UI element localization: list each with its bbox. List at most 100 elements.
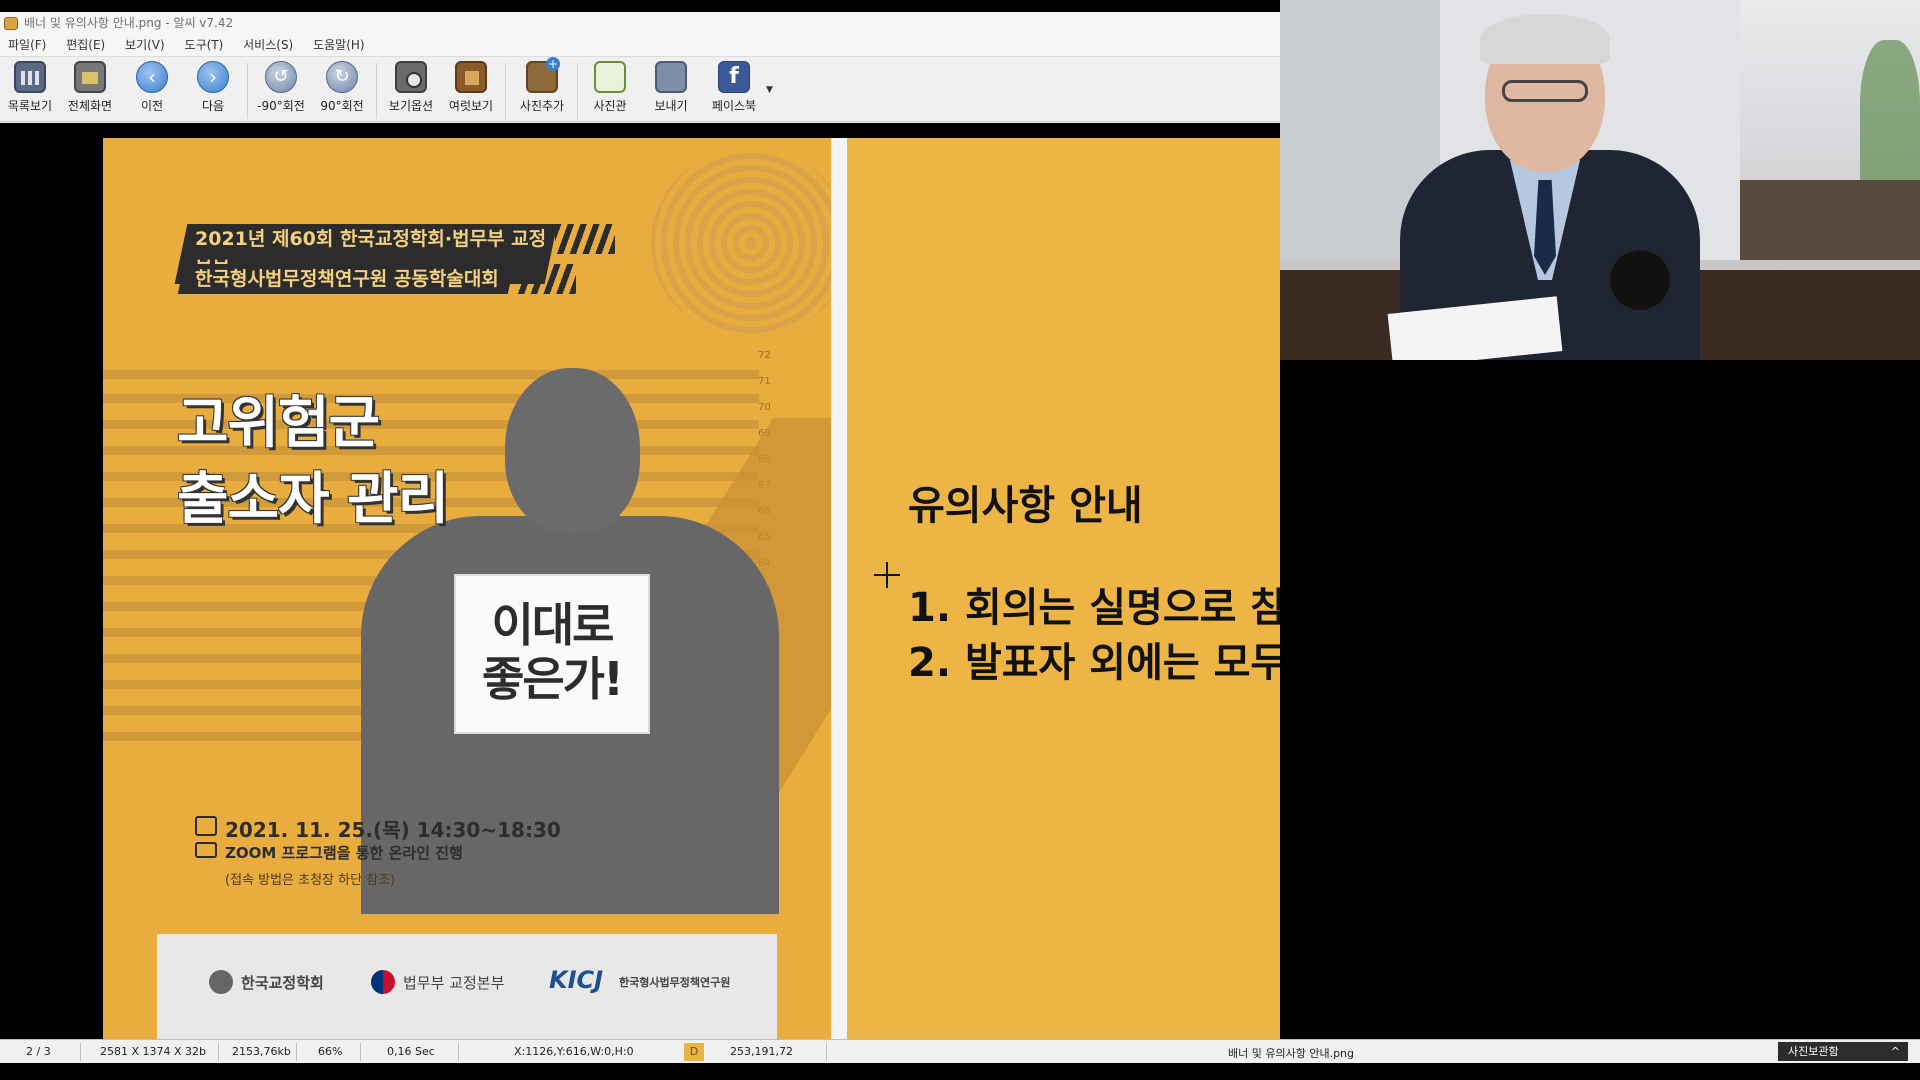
send-button[interactable]: 보내기 xyxy=(641,61,701,119)
grid-view-icon xyxy=(14,61,46,93)
kicj-logo: KICJ xyxy=(549,966,604,994)
multi-view-label: 여럿보기 xyxy=(448,99,494,113)
rotate-right-label: 90°회전 xyxy=(320,99,364,113)
conference-poster: 2021년 제60회 한국교정학회·법무부 교정본부· 한국형사법무정책연구원 … xyxy=(103,138,831,1050)
organizer-2: 법무부 교정본부 xyxy=(403,974,505,992)
rotate-left-label: -90°회전 xyxy=(257,99,305,113)
status-rgb: 253,191,72 xyxy=(730,1045,793,1058)
fullscreen-icon xyxy=(74,61,106,93)
korean-correction-society-logo xyxy=(209,970,233,994)
menu-service[interactable]: 서비스(S) xyxy=(235,35,301,56)
chevron-down-icon[interactable]: ▼ xyxy=(766,85,773,95)
menu-help[interactable]: 도움말(H) xyxy=(305,35,373,56)
status-separator xyxy=(296,1043,297,1061)
menu-bar: 파일(F) 편집(E) 보기(V) 도구(T) 서비스(S) 도움말(H) xyxy=(0,35,1280,56)
next-button[interactable]: › 다음 xyxy=(183,61,243,119)
sign-line2: 좋은가! xyxy=(482,652,624,706)
prev-arrow-icon: ‹ xyxy=(136,61,168,93)
cam-person-hair xyxy=(1480,14,1610,64)
send-label: 보내기 xyxy=(654,99,688,113)
cam-glasses xyxy=(1502,80,1588,102)
rotate-right-button[interactable]: ↻ 90°회전 xyxy=(312,61,372,119)
add-photo-icon xyxy=(526,57,560,93)
taegeuk-logo xyxy=(371,970,395,994)
event-date: 2021. 11. 25.(목) 14:30~18:30 xyxy=(225,818,561,842)
notice-item-2: 2. 발표자 외에는 모두 음소거를 해주세요. xyxy=(908,640,1280,686)
organizer-1: 한국교정학회 xyxy=(241,974,324,992)
right-black-area xyxy=(1816,360,1920,1038)
notice-title: 유의사항 안내 xyxy=(908,483,1143,529)
send-icon xyxy=(655,61,687,93)
poster-organizers: 한국교정학회 법무부 교정본부 KICJ 한국형사법무정책연구원 xyxy=(157,934,777,1050)
toolbar-separator xyxy=(577,63,578,119)
cam-plant xyxy=(1860,40,1920,200)
cam-shelf xyxy=(1740,180,1920,260)
height-ruler-mark: 72 xyxy=(758,350,771,361)
hazard-stripes xyxy=(555,224,615,254)
photo-storage-button[interactable]: 사진보관함 ^ xyxy=(1778,1042,1908,1061)
menu-tools[interactable]: 도구(T) xyxy=(177,35,232,56)
status-separator xyxy=(826,1043,827,1061)
menu-view[interactable]: 보기(V) xyxy=(117,35,173,56)
image-viewport[interactable]: 2021년 제60회 한국교정학회·법무부 교정본부· 한국형사법무정책연구원 … xyxy=(0,123,1280,1050)
next-label: 다음 xyxy=(201,99,225,113)
online-meeting-icon xyxy=(195,842,217,858)
status-flag: D xyxy=(684,1043,704,1061)
status-filesize: 2153,76kb xyxy=(232,1045,291,1058)
notice-item-1: 1. 회의는 실명으로 참가해주세요. xyxy=(908,585,1280,631)
bottom-black-strip xyxy=(0,1063,1920,1080)
silhouette-head xyxy=(505,368,640,533)
menu-file[interactable]: 파일(F) xyxy=(0,35,54,56)
status-dimensions: 2581 X 1374 X 32b xyxy=(100,1045,207,1058)
facebook-icon: f xyxy=(718,61,750,93)
cam-microphone xyxy=(1610,250,1670,310)
facebook-label: 페이스북 xyxy=(711,99,757,113)
prev-label: 이전 xyxy=(140,99,164,113)
sign-line1: 이대로 xyxy=(491,598,615,652)
organizer-3: 한국형사법무정책연구원 xyxy=(619,976,731,989)
placard-sign: 이대로 좋은가! xyxy=(454,574,650,734)
menu-edit[interactable]: 편집(E) xyxy=(58,35,113,56)
facebook-button[interactable]: f 페이스북 xyxy=(704,61,764,119)
image-viewer-window: 배너 및 유의사항 안내.png - 알씨 v7.42 파일(F) 편집(E) … xyxy=(0,12,1280,1065)
list-view-label: 목록보기 xyxy=(7,99,53,113)
notice-slide: 유의사항 안내 1. 회의는 실명으로 참가해주세요. 2. 발표자 외에는 모… xyxy=(847,138,1280,1050)
list-view-button[interactable]: 목록보기 xyxy=(0,61,60,119)
status-coords: X:1126,Y:616,W:0,H:0 xyxy=(514,1045,634,1058)
prev-button[interactable]: ‹ 이전 xyxy=(122,61,182,119)
crosshair-cursor-icon xyxy=(874,562,900,588)
image-divider xyxy=(831,138,847,1050)
poster-title-line2: 출소자 관리 xyxy=(177,467,449,532)
calendar-icon xyxy=(195,816,217,836)
app-icon xyxy=(4,17,18,30)
poster-stripe xyxy=(103,370,759,379)
toolbar-separator xyxy=(247,63,248,119)
camera-options-icon xyxy=(395,61,427,93)
photo-studio-button[interactable]: 사진관 xyxy=(580,61,640,119)
add-photo-button[interactable]: 사진추가 xyxy=(512,57,572,119)
rotate-left-icon: ↺ xyxy=(265,61,297,93)
status-separator xyxy=(218,1043,219,1061)
status-zoom: 66% xyxy=(318,1045,343,1058)
height-ruler-mark: 70 xyxy=(758,402,771,413)
next-arrow-icon: › xyxy=(197,61,229,93)
status-bar: 2 / 3 2581 X 1374 X 32b 2153,76kb 66% 0,… xyxy=(0,1039,1920,1063)
film-multi-icon xyxy=(455,61,487,93)
window-title: 배너 및 유의사항 안내.png - 알씨 v7.42 xyxy=(24,16,234,30)
title-bar: 배너 및 유의사항 안내.png - 알씨 v7.42 xyxy=(0,12,1280,35)
chevron-up-icon: ^ xyxy=(1890,1045,1900,1058)
height-ruler-mark: 71 xyxy=(758,376,771,387)
poster-banner-line2: 한국형사법무정책연구원 공동학술대회 xyxy=(177,264,515,294)
view-options-label: 보기옵션 xyxy=(388,99,434,113)
photo-storage-label: 사진보관함 xyxy=(1788,1045,1839,1058)
fullscreen-button[interactable]: 전체화면 xyxy=(60,61,120,119)
add-photo-label: 사진추가 xyxy=(519,99,565,113)
rotate-left-button[interactable]: ↺ -90°회전 xyxy=(251,61,311,119)
hazard-stripes xyxy=(516,264,576,294)
toolbar: 목록보기 전체화면 ‹ 이전 › 다음 ↺ -90°회전 ↻ 90°회전 보기옵… xyxy=(0,56,1280,122)
status-page: 2 / 3 xyxy=(26,1045,51,1058)
status-separator xyxy=(458,1043,459,1061)
multi-view-button[interactable]: 여럿보기 xyxy=(441,61,501,119)
view-options-button[interactable]: 보기옵션 xyxy=(381,61,441,119)
status-filename: 배너 및 유의사항 안내.png xyxy=(1228,1047,1355,1060)
